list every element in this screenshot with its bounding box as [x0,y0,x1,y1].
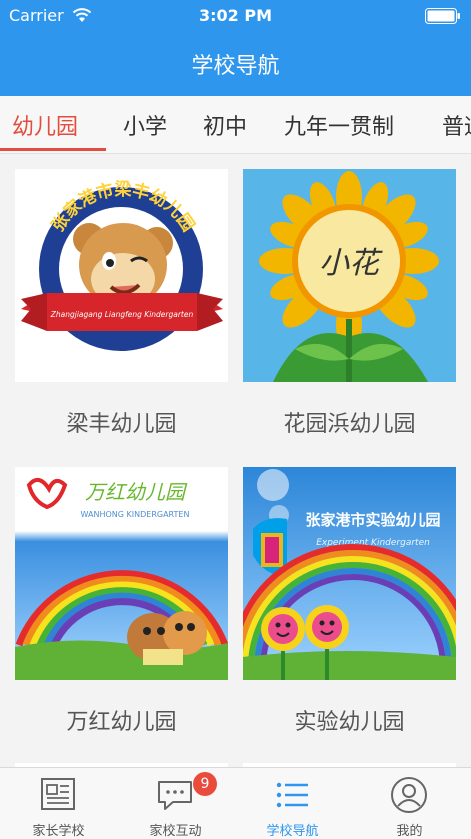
logo-text: 小花 [319,246,383,281]
header: Carrier 3:02 PM 学校导航 [0,0,471,96]
tabbar-item-home-school-chat[interactable]: 9 家校互动 [117,768,234,839]
battery-icon [425,8,460,24]
school-name: 梁丰幼儿园 [66,412,177,437]
tabbar-label: 学校导航 [266,824,319,839]
school-name: 花园浜幼儿园 [283,412,416,437]
school-card[interactable]: 张家港市实验幼儿园 Experiment Kindergarten 实验幼儿园 [243,467,456,736]
school-name: 实验幼儿园 [294,710,405,735]
screen: Carrier 3:02 PM 学校导航 幼儿园 小学 初中 九年一贯制 普通 [0,0,471,839]
school-card[interactable]: 万红幼儿园 WANHONG KINDERGARTEN 万红幼儿园 [15,467,228,736]
bottom-tab-bar: 家长学校 9 家校互动 学校导航 我的 [0,767,471,839]
school-card[interactable]: Zhangjiagang Liangfeng Kindergarten 张家港市… [15,169,228,438]
tabbar-item-parent-school[interactable]: 家长学校 [0,768,117,839]
school-logo-huayuanbang: 小花 [243,169,456,382]
tabbar-label: 我的 [396,824,423,839]
tab-kindergarten[interactable]: 幼儿园 [12,109,78,141]
tab-primary[interactable]: 小学 [123,109,167,141]
tabbar-label: 家长学校 [32,824,85,839]
newspaper-icon [41,778,75,810]
chat-bubble-icon [158,781,192,810]
school-card[interactable]: 小花 花园浜幼儿园 [243,169,456,438]
tab-nine-year[interactable]: 九年一贯制 [284,109,394,141]
unread-badge: 9 [193,772,217,796]
logo-subtext: WANHONG KINDERGARTEN [81,510,190,519]
user-icon [391,777,427,813]
school-logo-shiyan: 张家港市实验幼儿园 Experiment Kindergarten [243,467,456,680]
school-grid: Zhangjiagang Liangfeng Kindergarten 张家港市… [0,155,471,767]
list-icon [276,782,308,808]
tab-indicator [0,148,106,151]
logo-subtext: Zhangjiagang Liangfeng Kindergarten [50,310,194,319]
page-title: 学校导航 [191,54,280,79]
clock: 3:02 PM [198,6,272,25]
logo-text: 万红幼儿园 [85,480,188,504]
logo-text: 张家港市实验幼儿园 [305,511,440,529]
status-bar: Carrier 3:02 PM [0,0,471,30]
tab-junior-high[interactable]: 初中 [203,109,247,141]
tabbar-label: 家校互动 [149,824,202,839]
school-logo-liangfeng: Zhangjiagang Liangfeng Kindergarten 张家港市… [15,169,228,382]
category-tabs: 幼儿园 小学 初中 九年一贯制 普通 [0,96,471,154]
tabbar-item-school-nav[interactable]: 学校导航 [234,768,351,839]
tab-general[interactable]: 普通 [442,109,471,141]
school-logo-wanhong: 万红幼儿园 WANHONG KINDERGARTEN [15,467,228,680]
school-name: 万红幼儿园 [66,710,177,735]
tabbar-item-me[interactable]: 我的 [351,768,468,839]
